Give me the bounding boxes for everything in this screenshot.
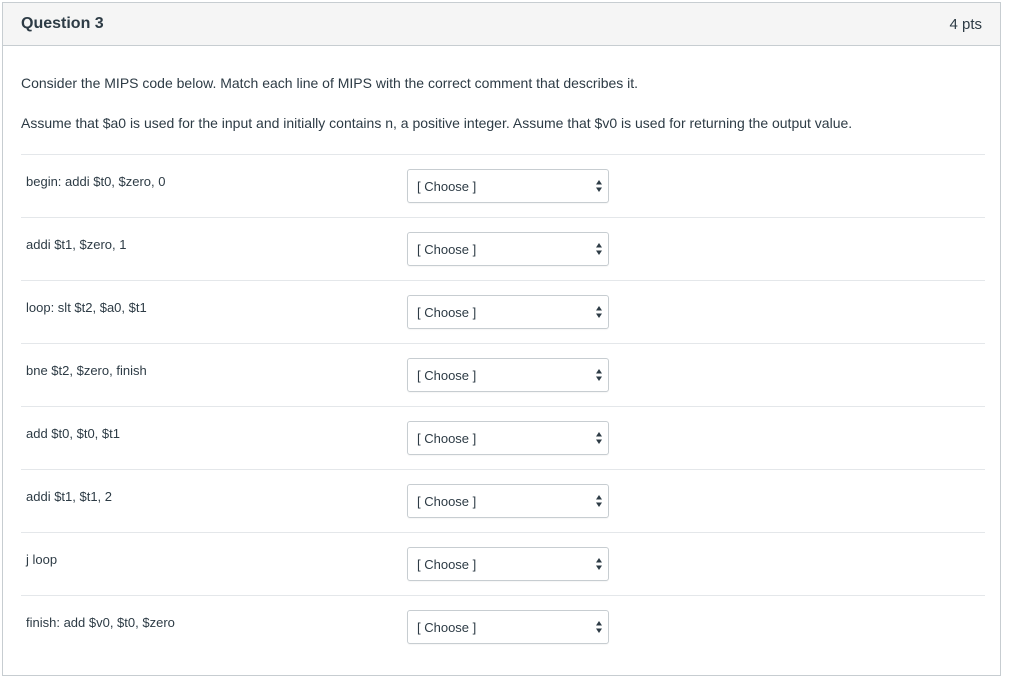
- up-down-arrows-icon: [596, 432, 602, 444]
- answer-select-value: [ Choose ]: [417, 556, 477, 572]
- answer-select-value: [ Choose ]: [417, 178, 477, 194]
- question-card: Question 3 4 pts Consider the MIPS code …: [2, 2, 1001, 676]
- answer-select-value: [ Choose ]: [417, 241, 477, 257]
- match-row: finish: add $v0, $t0, $zero [ Choose ]: [21, 596, 985, 659]
- match-row: bne $t2, $zero, finish [ Choose ]: [21, 344, 985, 407]
- match-row-label: j loop: [26, 552, 58, 567]
- up-down-arrows-icon: [596, 180, 602, 192]
- answer-select[interactable]: [ Choose ]: [407, 169, 609, 203]
- answer-select-value: [ Choose ]: [417, 619, 477, 635]
- up-down-arrows-icon: [596, 306, 602, 318]
- answer-select[interactable]: [ Choose ]: [407, 421, 609, 455]
- answer-select[interactable]: [ Choose ]: [407, 547, 609, 581]
- up-down-arrows-icon: [596, 243, 602, 255]
- answer-select-value: [ Choose ]: [417, 430, 477, 446]
- match-row: addi $t1, $zero, 1 [ Choose ]: [21, 218, 985, 281]
- up-down-arrows-icon: [596, 558, 602, 570]
- match-row: loop: slt $t2, $a0, $t1 [ Choose ]: [21, 281, 985, 344]
- question-text-1: Consider the MIPS code below. Match each…: [21, 75, 639, 91]
- answer-select[interactable]: [ Choose ]: [407, 295, 609, 329]
- matching-table: begin: addi $t0, $zero, 0 [ Choose ] add…: [21, 154, 985, 659]
- match-row-label: addi $t1, $t1, 2: [26, 489, 113, 504]
- match-row-label: addi $t1, $zero, 1: [26, 237, 127, 252]
- match-row: addi $t1, $t1, 2 [ Choose ]: [21, 470, 985, 533]
- answer-select-value: [ Choose ]: [417, 304, 477, 320]
- question-body: Consider the MIPS code below. Match each…: [3, 46, 1000, 659]
- match-row: begin: addi $t0, $zero, 0 [ Choose ]: [21, 155, 985, 218]
- up-down-arrows-icon: [596, 369, 602, 381]
- question-header: Question 3 4 pts: [3, 3, 1000, 46]
- match-row: add $t0, $t0, $t1 [ Choose ]: [21, 407, 985, 470]
- match-row-label: begin: addi $t0, $zero, 0: [26, 174, 166, 189]
- match-row-label: add $t0, $t0, $t1: [26, 426, 120, 441]
- question-text-2: Assume that $a0 is used for the input an…: [21, 115, 853, 131]
- question-title: Question 3: [21, 15, 104, 32]
- answer-select[interactable]: [ Choose ]: [407, 232, 609, 266]
- match-row: j loop [ Choose ]: [21, 533, 985, 596]
- up-down-arrows-icon: [596, 621, 602, 633]
- answer-select-value: [ Choose ]: [417, 493, 477, 509]
- match-row-label: finish: add $v0, $t0, $zero: [26, 615, 175, 630]
- match-row-label: loop: slt $t2, $a0, $t1: [26, 300, 147, 315]
- question-points: 4 pts: [949, 15, 982, 33]
- up-down-arrows-icon: [596, 495, 602, 507]
- answer-select-value: [ Choose ]: [417, 367, 477, 383]
- answer-select[interactable]: [ Choose ]: [407, 358, 609, 392]
- match-row-label: bne $t2, $zero, finish: [26, 363, 147, 378]
- answer-select[interactable]: [ Choose ]: [407, 610, 609, 644]
- answer-select[interactable]: [ Choose ]: [407, 484, 609, 518]
